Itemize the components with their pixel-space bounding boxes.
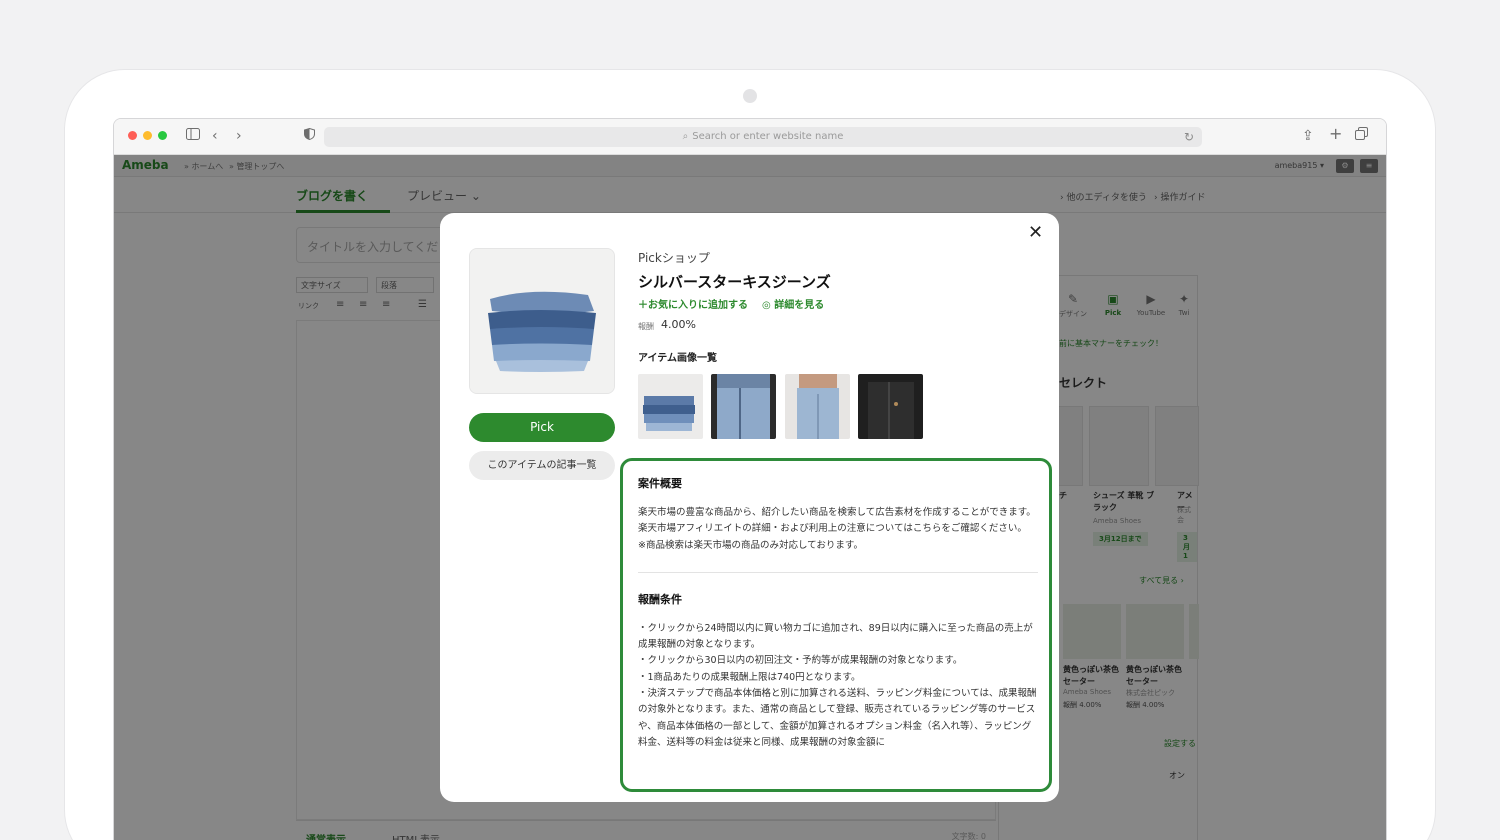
reload-icon[interactable]: ↻ — [1184, 127, 1194, 147]
gallery-heading: アイテム画像一覧 — [638, 353, 717, 364]
view-detail-link[interactable]: ◎ 詳細を見る — [762, 296, 824, 311]
summary-text: 楽天市場の豊富な商品から、紹介したい商品を検索して広告素材を作成することができま… — [638, 507, 1036, 551]
close-icon[interactable]: ✕ — [1028, 222, 1043, 244]
gallery-thumbnail[interactable] — [638, 374, 703, 439]
product-title: シルバースターキスジーンズ — [638, 273, 831, 291]
camera-dot — [743, 89, 757, 103]
back-icon[interactable]: ‹ — [212, 127, 218, 145]
shop-name: Pickショップ — [638, 251, 710, 265]
summary-heading: 案件概要 — [638, 477, 682, 490]
search-icon: ⌕ — [682, 131, 689, 142]
section-divider — [638, 571, 1038, 573]
gallery-thumbnail[interactable] — [858, 374, 923, 439]
add-favorite-link[interactable]: ＋お気に入りに追加する — [638, 296, 748, 311]
sidebar-toggle-icon[interactable] — [186, 127, 200, 145]
pick-item-modal: ✕ Pick このアイテムの記事一覧 Pickショップ シルバースターキスジーン… — [440, 213, 1059, 802]
address-placeholder: Search or enter website name — [692, 131, 844, 142]
reward-conditions-text: ・クリックから24時間以内に買い物カゴに追加され、89日以内に購入に至った商品の… — [638, 622, 1037, 748]
forward-icon[interactable]: › — [236, 127, 242, 145]
maximize-window-button[interactable] — [158, 131, 167, 140]
browser-toolbar: ‹ › ⌕ Search or enter website name ↻ ⇪ + — [114, 119, 1386, 155]
product-main-image — [469, 248, 615, 394]
campaign-detail-panel[interactable]: 案件概要 楽天市場の豊富な商品から、紹介したい商品を検索して広告素材を作成するこ… — [620, 458, 1052, 792]
campaign-detail-content: 案件概要 楽天市場の豊富な商品から、紹介したい商品を検索して広告素材を作成するこ… — [638, 475, 1038, 751]
reward-label: 報酬 — [638, 322, 654, 331]
pick-button[interactable]: Pick — [469, 413, 615, 442]
gallery-thumbnail[interactable] — [785, 374, 850, 439]
reward-value: 4.00% — [661, 318, 696, 331]
close-window-button[interactable] — [128, 131, 137, 140]
new-tab-icon[interactable]: + — [1329, 125, 1342, 143]
minimize-window-button[interactable] — [143, 131, 152, 140]
reward-conditions-heading: 報酬条件 — [638, 592, 682, 606]
gallery-thumbnail[interactable] — [711, 374, 776, 439]
share-icon[interactable]: ⇪ — [1302, 127, 1314, 145]
shield-icon[interactable] — [304, 127, 315, 145]
address-bar[interactable]: ⌕ Search or enter website name ↻ — [324, 127, 1202, 147]
tab-overview-icon[interactable] — [1355, 127, 1368, 145]
item-articles-button[interactable]: このアイテムの記事一覧 — [469, 451, 615, 480]
